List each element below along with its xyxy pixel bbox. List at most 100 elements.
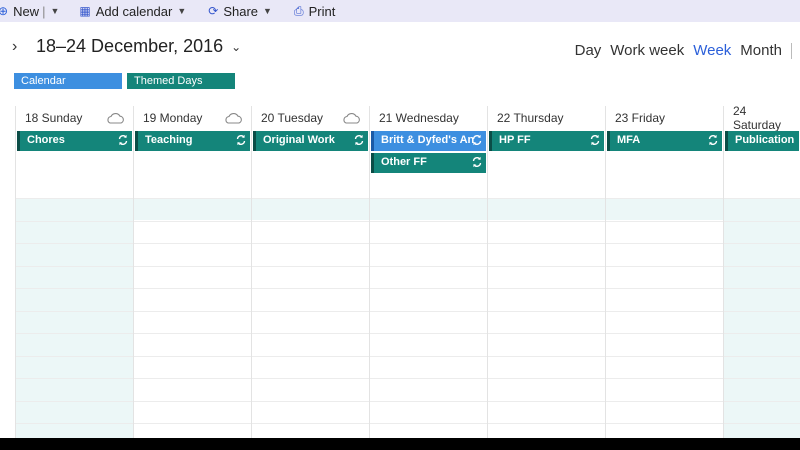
time-slot-line — [252, 265, 369, 267]
event-block[interactable]: Publication — [725, 131, 799, 151]
recurring-icon — [707, 134, 719, 146]
time-slot-line — [16, 378, 133, 379]
time-slots[interactable] — [16, 198, 133, 438]
day-header[interactable]: 18 Sunday — [16, 106, 133, 129]
time-slot[interactable] — [134, 198, 251, 220]
time-slot-line — [606, 378, 723, 379]
calendar-chip-themed-days[interactable]: Themed Days — [127, 73, 235, 89]
time-slots[interactable] — [724, 198, 800, 438]
event-title: HP FF — [499, 134, 531, 146]
all-day-area[interactable]: MFA — [606, 129, 723, 198]
next-week-chevron-icon[interactable]: › — [12, 38, 26, 56]
time-slot-line — [16, 288, 133, 289]
all-day-area[interactable]: Teaching — [134, 129, 251, 198]
day-column[interactable]: 20 Tuesday Original Work — [251, 106, 369, 438]
time-slot-line — [724, 378, 800, 379]
time-slot-line — [488, 310, 605, 312]
time-slot[interactable] — [252, 198, 369, 220]
time-slots[interactable] — [134, 198, 251, 438]
time-slot-line — [16, 355, 133, 357]
recurring-icon — [471, 156, 483, 168]
day-header-label: 23 Friday — [615, 110, 666, 125]
event-title: Other FF — [381, 156, 427, 168]
event-title: MFA — [617, 134, 641, 146]
time-slot-line — [724, 288, 800, 289]
day-header[interactable]: 20 Tuesday — [252, 106, 369, 129]
day-column[interactable]: 22 Thursday HP FF — [487, 106, 605, 438]
add-circle-icon: ⊕ — [0, 4, 9, 18]
cloud-icon — [341, 112, 361, 124]
all-day-area[interactable]: Chores — [16, 129, 133, 198]
view-divider — [791, 42, 792, 59]
time-slot-line — [606, 400, 723, 402]
print-button[interactable]: ⎙ Print — [294, 0, 335, 22]
view-switcher: Day Work week Week Month — [575, 42, 800, 59]
all-day-area[interactable]: HP FF — [488, 129, 605, 198]
time-slots[interactable] — [488, 198, 605, 438]
share-label: Share — [223, 3, 259, 19]
event-block[interactable]: Chores — [17, 131, 132, 151]
day-header[interactable]: 22 Thursday — [488, 106, 605, 129]
share-icon: ⟳ — [208, 4, 219, 18]
day-header[interactable]: 21 Wednesday — [370, 106, 487, 129]
time-slot-line — [488, 400, 605, 402]
view-work-week-button[interactable]: Work week — [610, 42, 684, 59]
all-day-area[interactable]: Publication — [724, 129, 800, 198]
new-label: New — [13, 3, 40, 19]
chevron-down-icon[interactable]: ⌄ — [231, 40, 241, 54]
share-button[interactable]: ⟳ Share ▼ — [208, 0, 272, 22]
day-header-label: 22 Thursday — [497, 110, 564, 125]
time-slot[interactable] — [724, 198, 800, 220]
day-header[interactable]: 19 Monday — [134, 106, 251, 129]
time-slot-line — [606, 333, 723, 334]
time-slot-line — [488, 288, 605, 289]
day-column[interactable]: 21 Wednesday Britt & Dyfed's An Other FF — [369, 106, 487, 438]
time-slot-line — [134, 400, 251, 402]
day-column[interactable]: 24 Saturday Publication — [723, 104, 800, 438]
new-button[interactable]: ⊕ New — [0, 0, 39, 22]
time-slot-line — [370, 423, 487, 424]
day-column[interactable]: 19 Monday Teaching — [133, 106, 251, 438]
time-slot-line — [370, 288, 487, 289]
time-slot-line — [134, 333, 251, 334]
time-slot[interactable] — [370, 198, 487, 220]
time-slot-line — [724, 198, 800, 199]
event-block[interactable]: Teaching — [135, 131, 250, 151]
event-block[interactable]: Other FF — [371, 153, 486, 173]
add-calendar-label: Add calendar — [95, 3, 173, 19]
day-column[interactable]: 23 Friday MFA — [605, 106, 723, 438]
view-month-button[interactable]: Month — [740, 42, 782, 59]
all-day-area[interactable]: Britt & Dyfed's An Other FF — [370, 129, 487, 198]
time-slots[interactable] — [252, 198, 369, 438]
day-header[interactable]: 24 Saturday — [724, 104, 800, 132]
all-day-area[interactable]: Original Work — [252, 129, 369, 198]
time-slots[interactable] — [370, 198, 487, 438]
time-slot[interactable] — [16, 198, 133, 220]
event-block[interactable]: HP FF — [489, 131, 604, 151]
recurring-icon — [235, 134, 247, 146]
new-dropdown-chevron-icon[interactable]: ▼ — [50, 6, 59, 16]
time-slot-line — [134, 423, 251, 424]
event-title: Britt & Dyfed's An — [381, 134, 475, 146]
event-block[interactable]: MFA — [607, 131, 722, 151]
time-slot[interactable] — [606, 198, 723, 220]
event-block[interactable]: Original Work — [253, 131, 368, 151]
view-day-button[interactable]: Day — [575, 42, 602, 59]
view-week-button[interactable]: Week — [693, 42, 731, 59]
time-slot-line — [370, 400, 487, 402]
day-column[interactable]: 18 Sunday Chores — [15, 106, 133, 438]
time-slot-line — [252, 288, 369, 289]
day-header-label: 19 Monday — [143, 110, 203, 125]
time-slot[interactable] — [488, 198, 605, 220]
recurring-icon — [117, 134, 129, 146]
date-range-title[interactable]: 18–24 December, 2016 — [36, 36, 223, 57]
calendar-chip-calendar[interactable]: Calendar — [14, 73, 122, 89]
time-slots[interactable] — [606, 198, 723, 438]
day-header[interactable]: 23 Friday — [606, 106, 723, 129]
time-slot-line — [724, 310, 800, 312]
add-calendar-button[interactable]: ▦ Add calendar ▼ — [79, 0, 186, 22]
cloud-icon — [105, 112, 125, 124]
event-block[interactable]: Britt & Dyfed's An — [371, 131, 486, 151]
calendar-chip-label: Calendar — [21, 75, 66, 87]
time-slot-line — [488, 243, 605, 244]
